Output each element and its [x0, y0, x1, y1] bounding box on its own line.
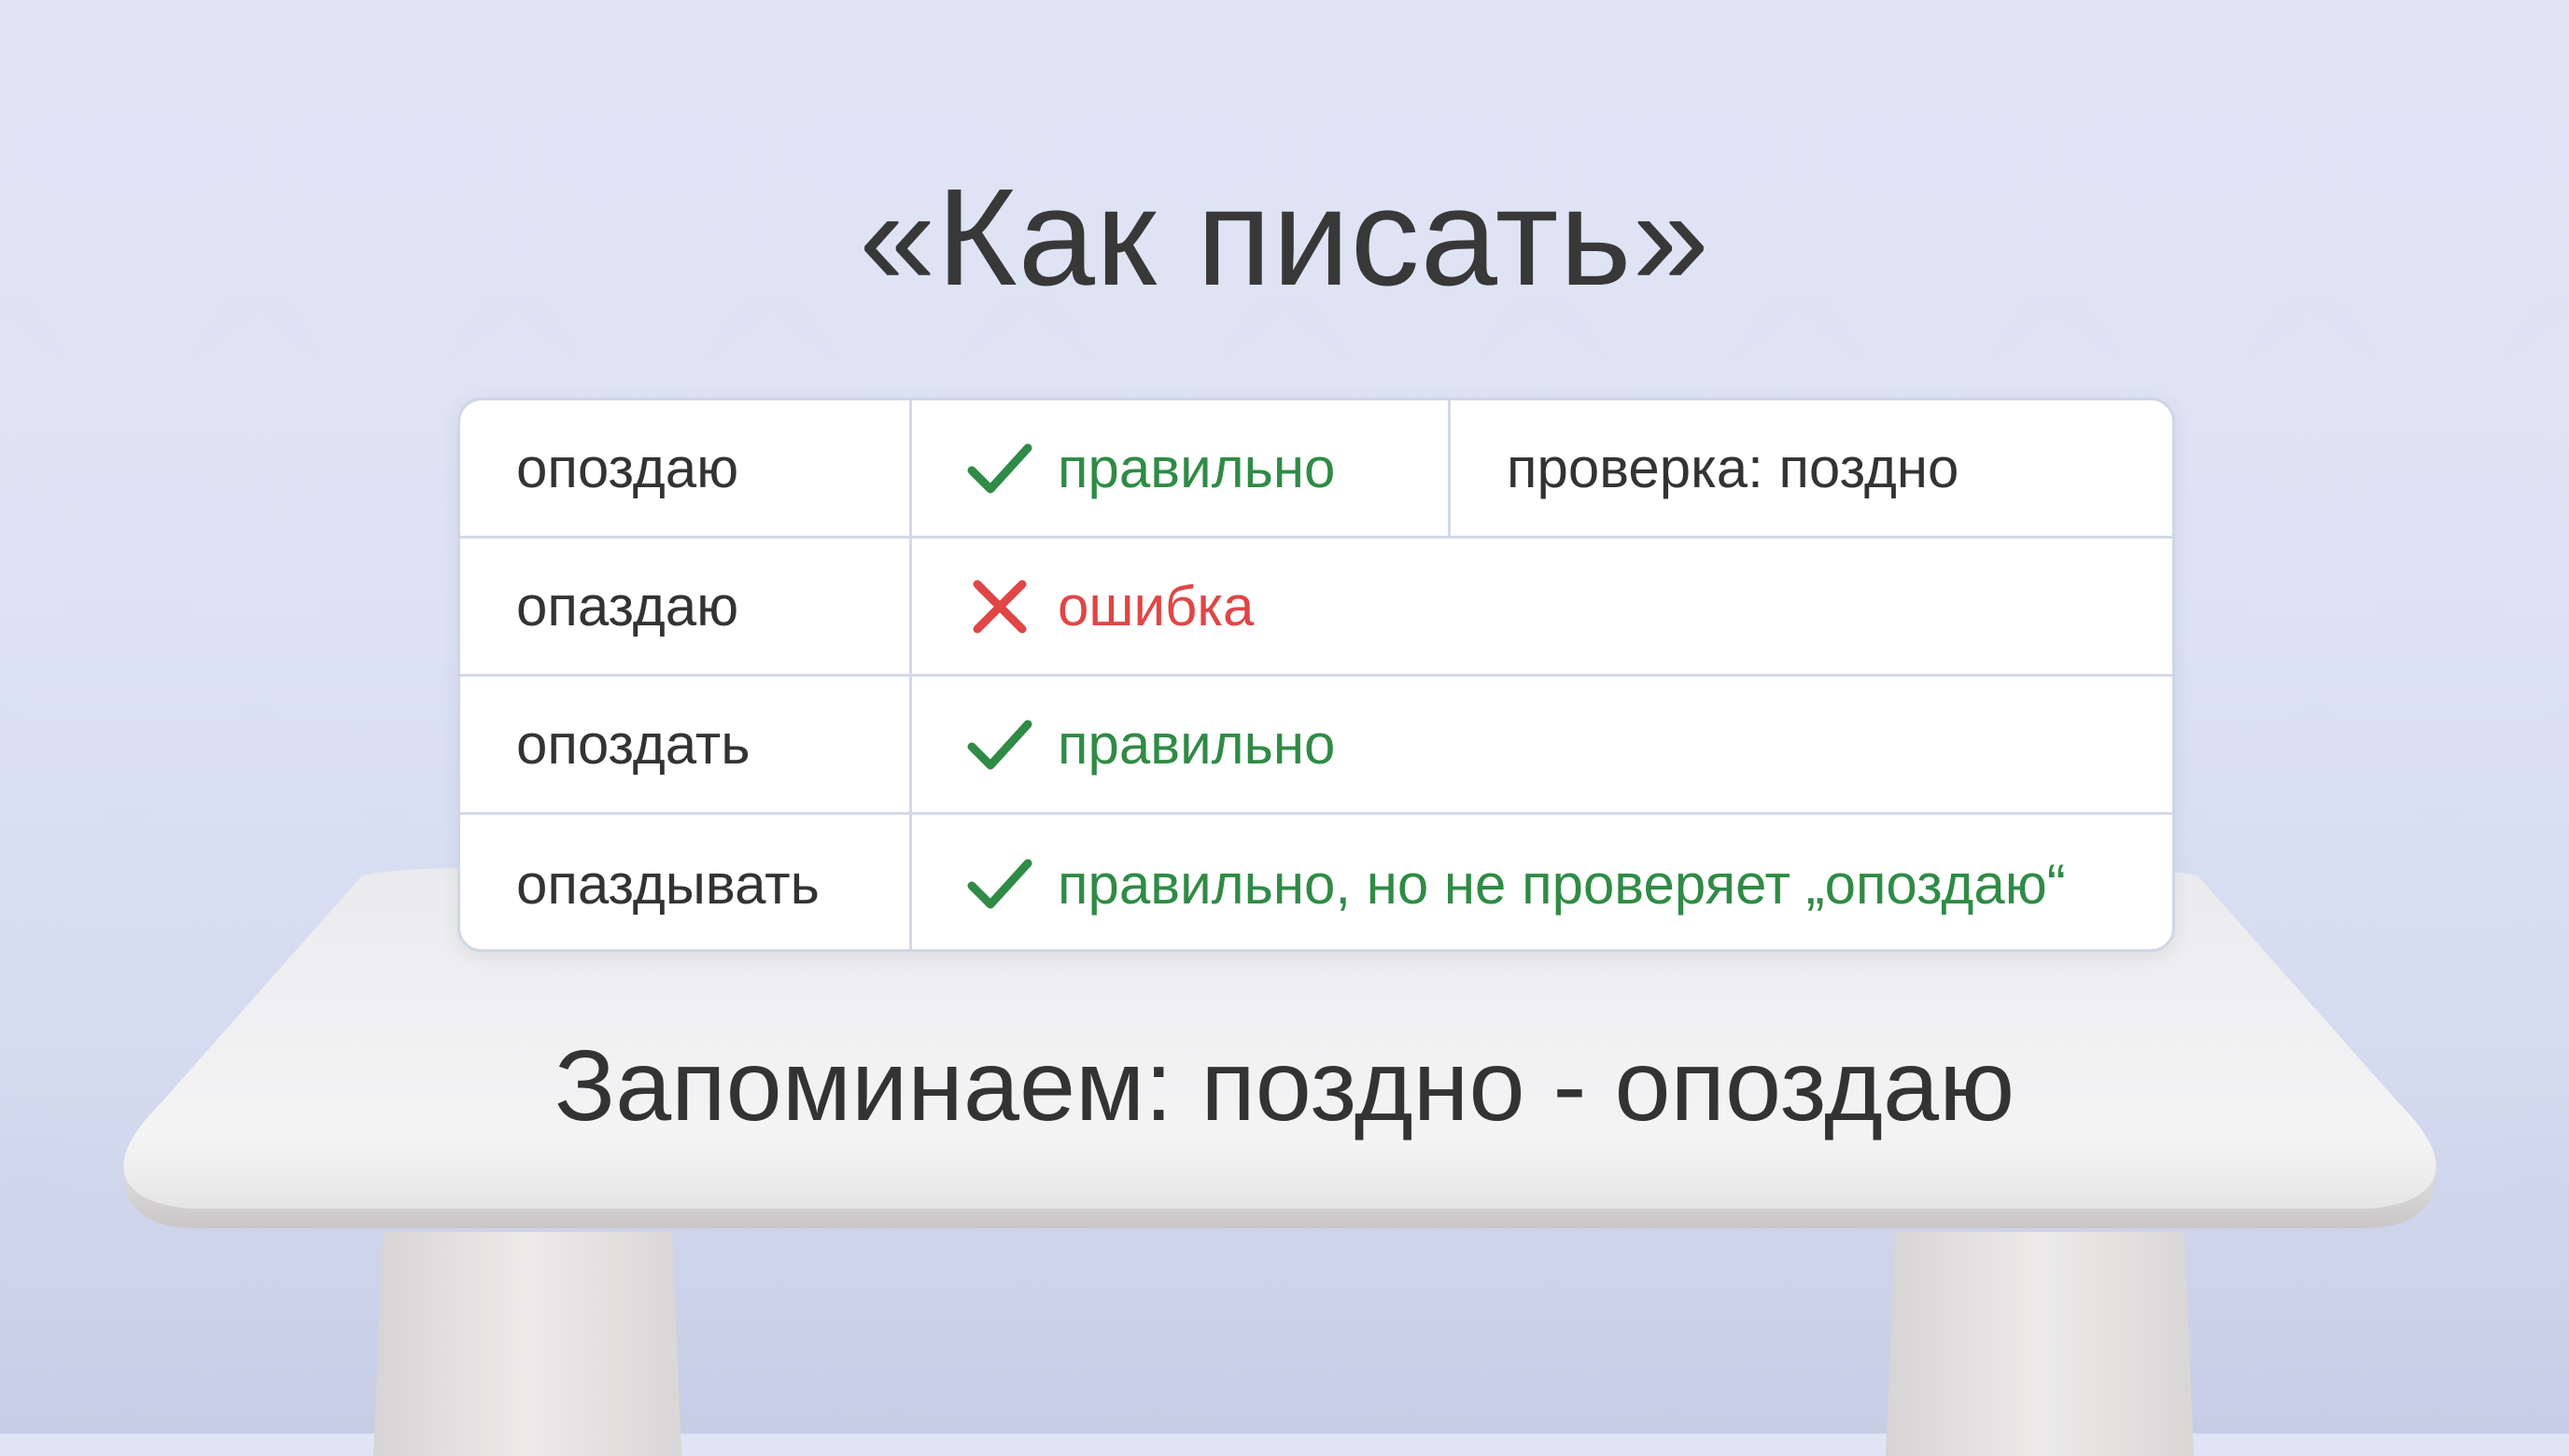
table-row: опаздаю ошибка	[460, 539, 2172, 677]
status-cell: правильно	[912, 400, 1451, 536]
status-label: правильно	[1058, 713, 1336, 776]
check-cell: проверка: поздно	[1507, 437, 1959, 499]
status-label: правильно, но не проверяет „опоздаю“	[1058, 852, 2066, 916]
checkmark-icon	[967, 859, 1032, 909]
status-label: правильно	[1058, 437, 1336, 499]
word-cell: опоздать	[460, 677, 912, 812]
checkmark-icon	[967, 720, 1032, 769]
status-cell: правильно	[912, 677, 2172, 812]
memo-text: Запоминаем: поздно - опоздаю	[554, 1029, 2015, 1141]
word-cell: опаздаю	[460, 539, 912, 674]
word-cell: опаздывать	[460, 815, 912, 949]
checkmark-icon	[967, 443, 1032, 493]
table-leg-left	[373, 1232, 681, 1456]
cross-icon	[973, 580, 1027, 633]
page-title: «Как писать»	[859, 161, 1710, 315]
word-cell: опоздаю	[460, 400, 912, 536]
status-cell: правильно, но не проверяет „опоздаю“	[912, 815, 2172, 949]
table-row: опаздывать правильно, но не проверяет „о…	[460, 815, 2172, 949]
table-row: опоздаю правильно проверка: поздно	[460, 400, 2172, 539]
table-leg-right	[1886, 1232, 2194, 1456]
status-label: ошибка	[1058, 575, 1255, 637]
lesson-slide: «Как писать» опоздаю правильно проверка:…	[0, 0, 2569, 1456]
spelling-table: опоздаю правильно проверка: поздно опазд…	[457, 398, 2175, 952]
table-row: опоздать правильно	[460, 677, 2172, 815]
status-cell: ошибка	[912, 539, 2172, 674]
